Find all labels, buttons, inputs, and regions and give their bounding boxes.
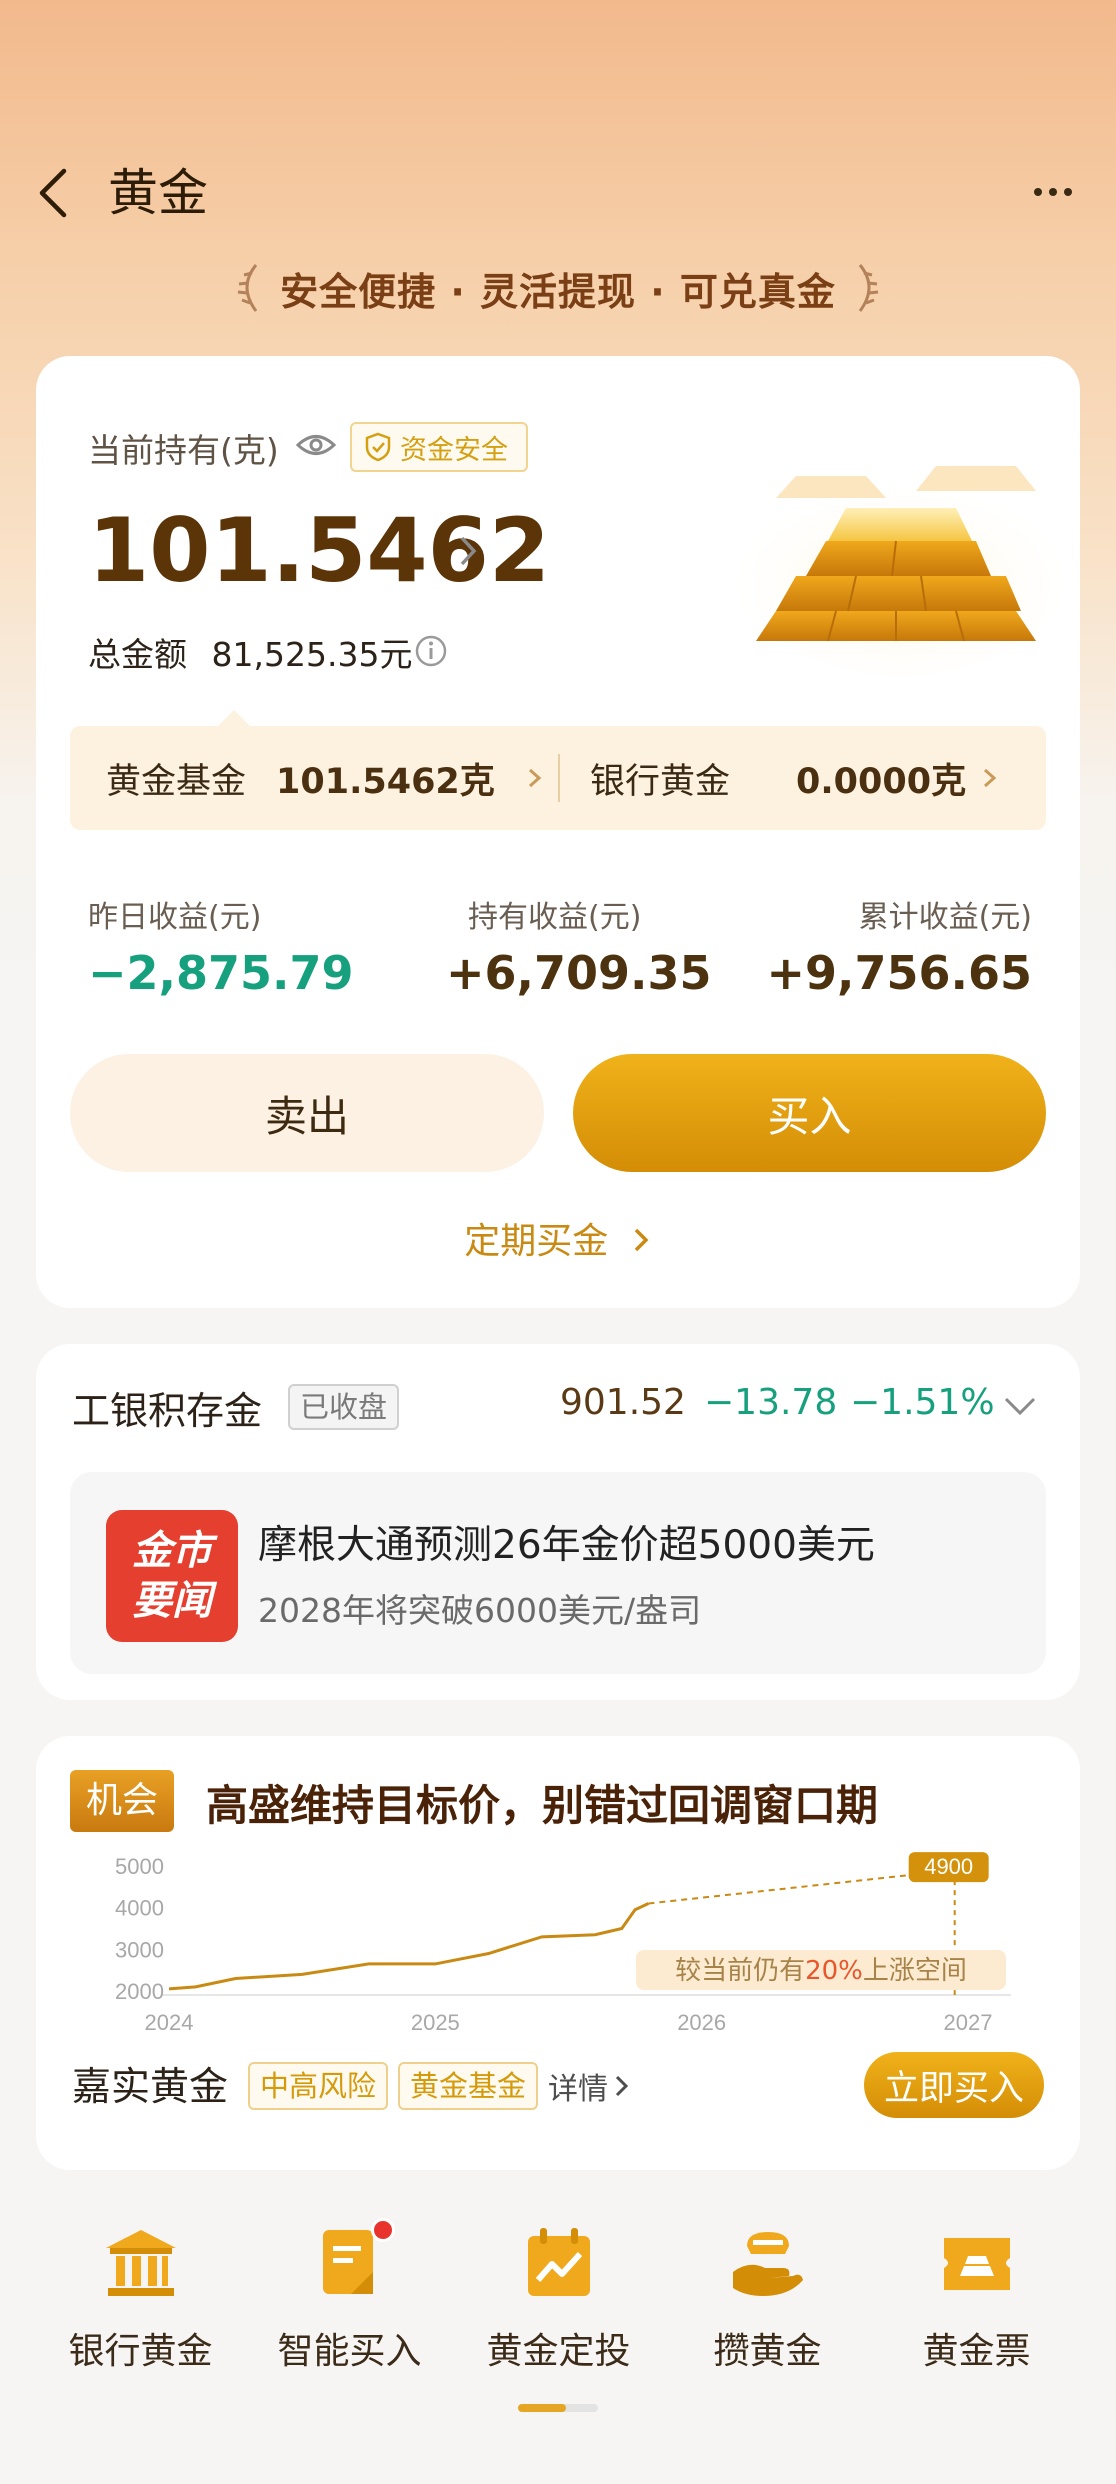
holding-split: 黄金基金 101.5462克 银行黄金 0.0000克 xyxy=(70,726,1046,830)
chart-x-tick-label: 2024 xyxy=(145,2010,194,2035)
nav-page-indicator-active xyxy=(518,2404,566,2412)
funds-safe-badge[interactable]: 资金安全 xyxy=(350,422,528,472)
market-card: 工银积存金 已收盘 901.52 −13.78 −1.51% 金市 要闻 摩根大… xyxy=(36,1344,1080,1700)
nav-item-save-gold[interactable]: 攒黄金 xyxy=(663,2224,872,2384)
gold-price-chart: 5000 4000 3000 2000 2024 2025 2026 2027 4900 较当前仍… xyxy=(115,1852,1011,2035)
chart-y-tick-label: 4000 xyxy=(115,1896,164,1921)
nav-item-gold-ticket[interactable]: 黄金票 xyxy=(872,2224,1081,2384)
tagline-bar: 安全便捷 · 灵活提现 · 可兑真金 xyxy=(0,258,1116,318)
chart-x-tick-label: 2027 xyxy=(944,2010,993,2035)
chevron-right-icon xyxy=(528,768,542,788)
risk-tag: 中高风险 xyxy=(248,2062,389,2110)
ticket-icon xyxy=(943,2238,1010,2290)
total-amount-label: 总金额 xyxy=(88,635,187,674)
chart-x-tick-label: 2026 xyxy=(677,2010,726,2035)
opportunity-card: 机会 高盛维持目标价，别错过回调窗口期 5000 4000 3000 2000 2024… xyxy=(36,1736,1080,2170)
news-subtitle: 2028年将突破6000美元/盎司 xyxy=(258,1591,702,1630)
split-pointer xyxy=(218,710,250,726)
cumulative-pl-label: 累计收益(元) xyxy=(858,900,1032,935)
market-change-pct: −1.51% xyxy=(850,1382,995,1423)
hand-coin-icon xyxy=(732,2232,803,2296)
nav-label-save-gold: 攒黄金 xyxy=(713,2331,822,2372)
chart-y-tick-label: 3000 xyxy=(115,1937,164,1962)
laurel-right-icon xyxy=(858,264,879,312)
chart-x-tick-label: 2025 xyxy=(411,2010,460,2035)
bank-holding-label: 银行黄金 xyxy=(590,761,731,802)
callout-pct: 20% xyxy=(805,1956,863,1986)
holding-pl-label: 持有收益(元) xyxy=(468,900,642,935)
yesterday-pl-value: −2,875.79 xyxy=(88,946,354,1000)
back-icon[interactable] xyxy=(28,158,78,228)
page-title: 黄金 xyxy=(108,164,208,222)
sell-button[interactable]: 卖出 xyxy=(70,1054,544,1172)
calendar-chart-icon xyxy=(527,2228,590,2296)
more-icon[interactable] xyxy=(1028,170,1078,214)
bank-holding-value: 0.0000克 xyxy=(796,761,967,802)
news-title: 摩根大通预测26年金价超5000美元 xyxy=(258,1523,875,1568)
nav-label-bank-gold: 银行黄金 xyxy=(68,2331,213,2372)
chevron-right-icon[interactable] xyxy=(454,526,484,576)
holding-pl-value: +6,709.35 xyxy=(446,946,712,1000)
chevron-right-icon xyxy=(634,1228,649,1252)
bottom-nav: 银行黄金 智能买入 黄金定投 攒黄金 黄金票 xyxy=(0,2218,1116,2384)
laurel-left-icon xyxy=(237,264,258,312)
news-logo: 金市 要闻 xyxy=(106,1510,238,1642)
fund-holding-label: 黄金基金 xyxy=(106,761,247,802)
cumulative-pl-value: +9,756.65 xyxy=(766,946,1032,1000)
smart-buy-icon xyxy=(311,2218,395,2302)
funds-safe-label: 资金安全 xyxy=(400,434,508,466)
nav-item-smart-buy[interactable]: 智能买入 xyxy=(245,2218,454,2384)
opportunity-title[interactable]: 高盛维持目标价，别错过回调窗口期 xyxy=(206,1772,878,1833)
fund-name[interactable]: 嘉实黄金 xyxy=(72,2056,228,2112)
callout-suffix: 上涨空间 xyxy=(863,1956,967,1986)
bank-holding[interactable]: 银行黄金 0.0000克 xyxy=(590,726,1000,830)
news-logo-line1: 金市 xyxy=(132,1528,212,1574)
shield-check-icon xyxy=(365,432,391,462)
scheduled-buy-label: 定期买金 xyxy=(464,1221,609,1262)
total-amount-value: 81,525.35元 xyxy=(211,635,413,674)
buy-button[interactable]: 买入 xyxy=(573,1054,1046,1172)
yesterday-pl-label: 昨日收益(元) xyxy=(88,900,262,935)
buy-now-button[interactable]: 立即买入 xyxy=(864,2052,1044,2118)
split-divider xyxy=(558,754,560,802)
chart-target-badge-label: 4900 xyxy=(924,1854,973,1879)
bank-icon xyxy=(105,2230,176,2296)
market-product-name: 工银积存金 xyxy=(72,1389,263,1433)
nav-label-smart-buy: 智能买入 xyxy=(277,2331,422,2372)
news-logo-line2: 要闻 xyxy=(132,1578,212,1624)
nav-label-gold-dca: 黄金定投 xyxy=(486,2331,631,2372)
eye-icon[interactable] xyxy=(296,430,336,460)
fund-holding[interactable]: 黄金基金 101.5462克 xyxy=(106,726,545,830)
chevron-down-icon[interactable] xyxy=(1002,1394,1038,1418)
chevron-right-icon xyxy=(984,768,997,788)
notification-dot xyxy=(370,2218,395,2242)
details-label: 详情 xyxy=(548,2072,608,2107)
total-amount: 总金额 81,525.35元 xyxy=(88,628,412,676)
news-item[interactable]: 金市 要闻 摩根大通预测26年金价超5000美元 2028年将突破6000美元/… xyxy=(70,1472,1046,1674)
chart-y-tick-label: 2000 xyxy=(115,1979,164,2004)
gold-bars-illustration xyxy=(736,466,1066,676)
market-change: −13.78 xyxy=(704,1382,838,1423)
details-link[interactable]: 详情 xyxy=(548,2064,630,2108)
nav-item-gold-dca[interactable]: 黄金定投 xyxy=(454,2224,663,2384)
holding-label: 当前持有(克) xyxy=(88,431,279,470)
fund-type-tag: 黄金基金 xyxy=(398,2062,539,2110)
opportunity-tag: 机会 xyxy=(70,1770,175,1832)
fund-holding-value: 101.5462克 xyxy=(276,761,495,802)
info-icon[interactable] xyxy=(414,634,448,668)
tagline: 安全便捷 · 灵活提现 · 可兑真金 xyxy=(280,269,836,314)
chevron-right-icon xyxy=(615,2075,629,2097)
chart-series-line xyxy=(168,1902,650,1991)
market-status-badge: 已收盘 xyxy=(288,1384,400,1430)
nav-item-bank-gold[interactable]: 银行黄金 xyxy=(36,2224,245,2384)
nav-label-gold-ticket: 黄金票 xyxy=(922,2331,1031,2372)
market-price: 901.52 xyxy=(560,1382,686,1423)
chart-y-tick-label: 5000 xyxy=(115,1854,164,1879)
callout-prefix: 较当前仍有 xyxy=(675,1956,805,1986)
holdings-card: 当前持有(克) 资金安全 101.5462 总金额 81,525.35元 黄金基… xyxy=(36,356,1080,1308)
chart-callout-text: 较当前仍有20%上涨空间 xyxy=(675,1956,967,1986)
scheduled-buy-link[interactable]: 定期买金 xyxy=(36,1212,1080,1264)
